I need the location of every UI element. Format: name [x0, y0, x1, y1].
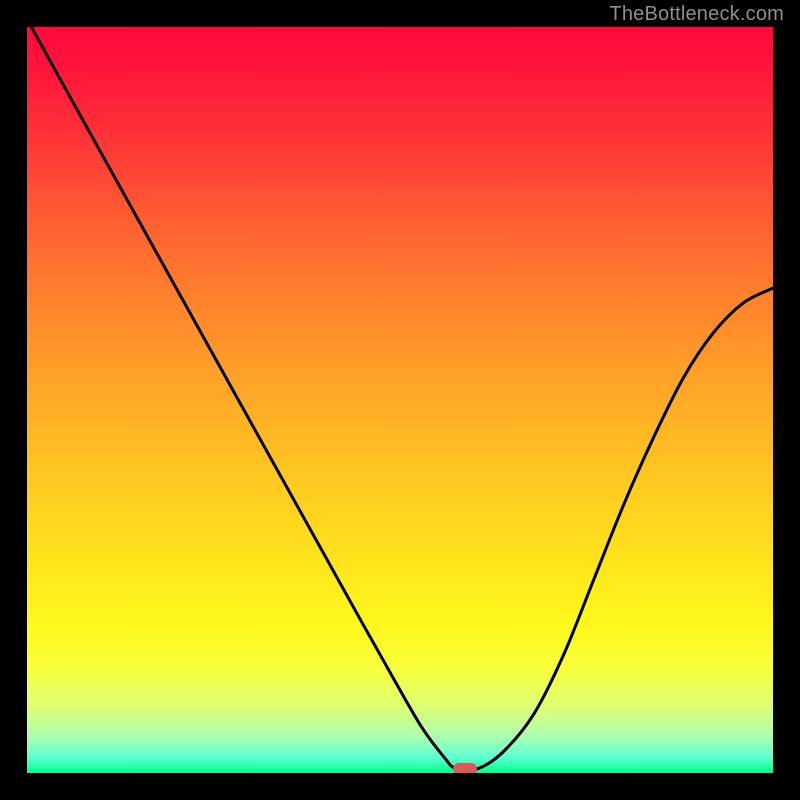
watermark-text: TheBottleneck.com: [609, 3, 784, 26]
bottleneck-curve: [27, 27, 773, 773]
minimum-marker: [453, 763, 477, 773]
chart-frame: TheBottleneck.com: [0, 0, 800, 800]
plot-area: [27, 27, 773, 773]
